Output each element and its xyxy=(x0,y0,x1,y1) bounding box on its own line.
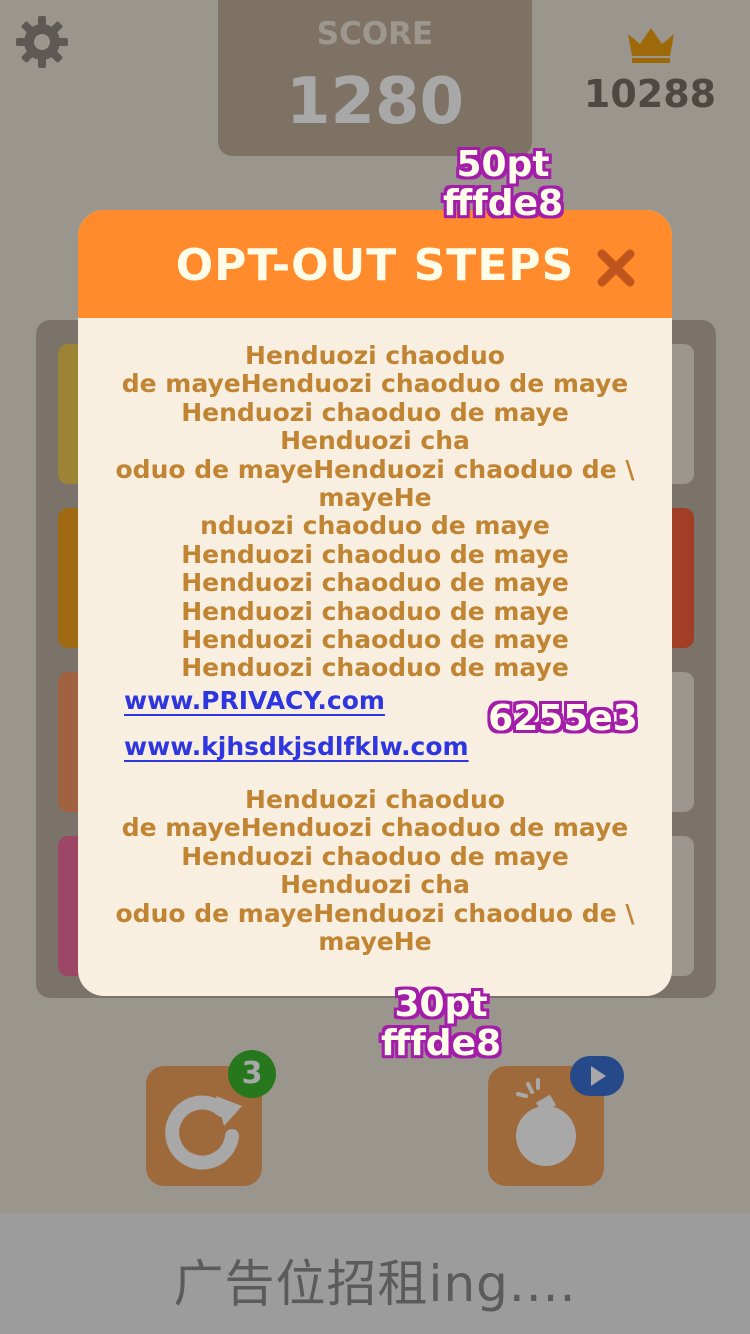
annotation-body-spec: 30pt fffde8 xyxy=(380,984,502,1064)
modal-title: OPT-OUT STEPS xyxy=(175,240,575,291)
close-icon[interactable] xyxy=(594,246,638,290)
opt-out-modal: OPT-OUT STEPS Henduozi chaoduo de mayeHe… xyxy=(78,210,672,996)
opt-out-text-bottom: Henduozi chaoduo de mayeHenduozi chaoduo… xyxy=(115,785,635,957)
game-screen: SCORE 1280 10288 3 广告位招租ing.... OPT-OUT … xyxy=(0,0,750,1334)
privacy-link[interactable]: www.PRIVACY.com xyxy=(124,686,385,715)
annotation-title-spec: 50pt fffde8 xyxy=(442,144,564,224)
opt-out-link[interactable]: www.kjhsdkjsdlfklw.com xyxy=(124,732,469,761)
opt-out-text-top: Henduozi chaoduo de mayeHenduozi chaoduo… xyxy=(115,341,635,683)
annotation-link-color: 6255e3 xyxy=(488,698,638,739)
